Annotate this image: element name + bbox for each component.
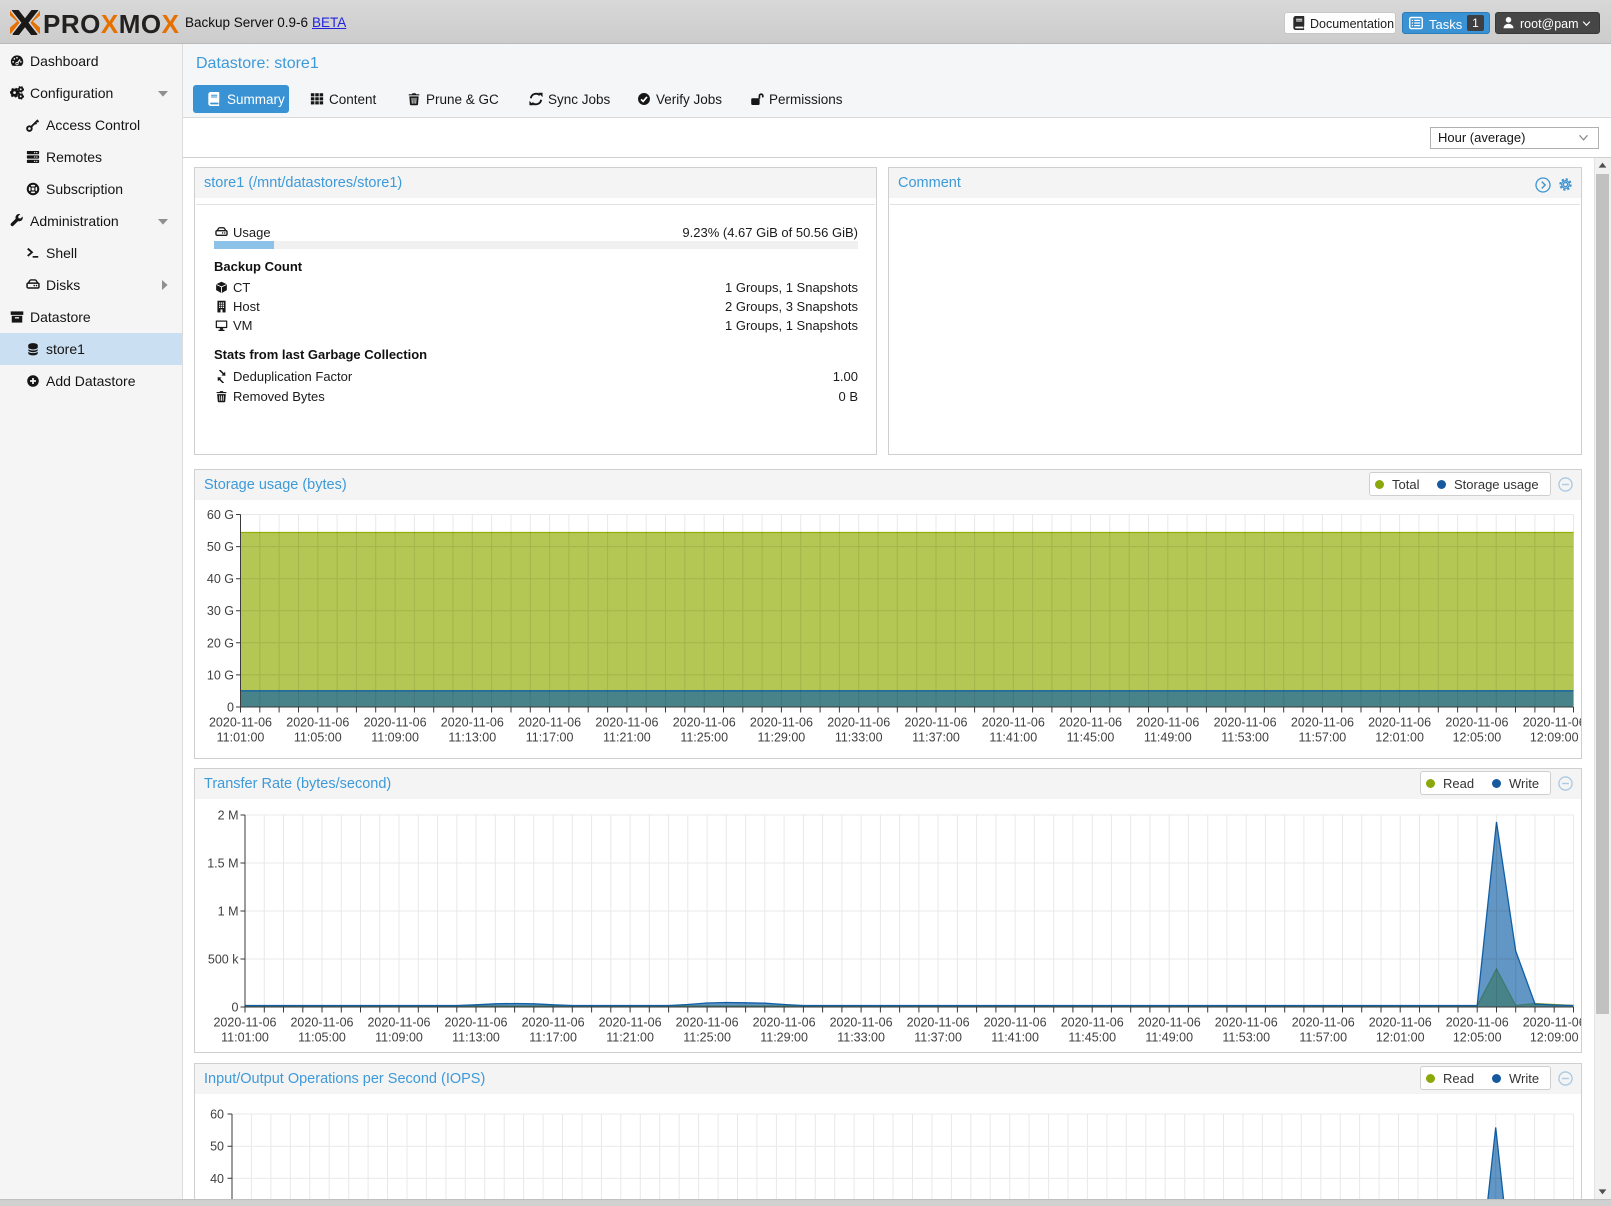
svg-text:11:09:00: 11:09:00 <box>371 731 419 745</box>
svg-text:11:41:00: 11:41:00 <box>991 1031 1039 1045</box>
svg-text:2020-11-06: 2020-11-06 <box>904 716 967 730</box>
svg-text:0: 0 <box>232 1001 239 1015</box>
svg-text:40: 40 <box>210 1172 224 1186</box>
svg-text:11:53:00: 11:53:00 <box>1221 731 1269 745</box>
svg-text:2020-11-06: 2020-11-06 <box>441 716 504 730</box>
svg-text:2020-11-06: 2020-11-06 <box>830 1016 893 1030</box>
svg-text:12:01:00: 12:01:00 <box>1375 731 1424 745</box>
svg-text:1.5 M: 1.5 M <box>207 857 238 871</box>
svg-text:40 G: 40 G <box>207 572 234 586</box>
svg-text:2020-11-06: 2020-11-06 <box>364 716 427 730</box>
svg-text:1 M: 1 M <box>218 905 239 919</box>
svg-text:11:25:00: 11:25:00 <box>683 1031 731 1045</box>
svg-text:2020-11-06: 2020-11-06 <box>209 716 272 730</box>
svg-text:11:33:00: 11:33:00 <box>835 731 883 745</box>
svg-text:2020-11-06: 2020-11-06 <box>444 1016 507 1030</box>
svg-text:2020-11-06: 2020-11-06 <box>984 1016 1047 1030</box>
svg-text:11:49:00: 11:49:00 <box>1145 1031 1193 1045</box>
svg-text:11:21:00: 11:21:00 <box>606 1031 654 1045</box>
svg-text:11:13:00: 11:13:00 <box>448 731 496 745</box>
svg-text:60 G: 60 G <box>207 508 234 522</box>
svg-text:2020-11-06: 2020-11-06 <box>982 716 1045 730</box>
svg-text:2020-11-06: 2020-11-06 <box>286 716 349 730</box>
svg-text:11:29:00: 11:29:00 <box>758 731 806 745</box>
svg-text:11:33:00: 11:33:00 <box>837 1031 885 1045</box>
svg-text:11:57:00: 11:57:00 <box>1299 731 1347 745</box>
svg-text:2020-11-06: 2020-11-06 <box>1138 1016 1201 1030</box>
svg-text:11:01:00: 11:01:00 <box>221 1031 269 1045</box>
svg-text:2020-11-06: 2020-11-06 <box>673 716 736 730</box>
svg-text:2020-11-06: 2020-11-06 <box>213 1016 276 1030</box>
svg-text:11:05:00: 11:05:00 <box>298 1031 346 1045</box>
svg-text:2020-11-06: 2020-11-06 <box>599 1016 662 1030</box>
svg-text:2020-11-06: 2020-11-06 <box>1523 1016 1586 1030</box>
svg-text:2020-11-06: 2020-11-06 <box>1368 716 1431 730</box>
svg-text:11:17:00: 11:17:00 <box>526 731 574 745</box>
svg-text:10 G: 10 G <box>207 668 234 682</box>
svg-text:11:05:00: 11:05:00 <box>294 731 342 745</box>
svg-text:2020-11-06: 2020-11-06 <box>1136 716 1199 730</box>
svg-text:11:41:00: 11:41:00 <box>989 731 1037 745</box>
svg-text:2020-11-06: 2020-11-06 <box>827 716 890 730</box>
svg-text:11:21:00: 11:21:00 <box>603 731 651 745</box>
svg-text:12:09:00: 12:09:00 <box>1530 731 1579 745</box>
svg-text:50: 50 <box>210 1140 224 1154</box>
svg-text:2020-11-06: 2020-11-06 <box>753 1016 816 1030</box>
svg-text:2020-11-06: 2020-11-06 <box>676 1016 739 1030</box>
svg-text:11:57:00: 11:57:00 <box>1299 1031 1347 1045</box>
svg-text:11:37:00: 11:37:00 <box>912 731 960 745</box>
svg-text:2020-11-06: 2020-11-06 <box>1369 1016 1432 1030</box>
svg-text:2020-11-06: 2020-11-06 <box>1291 716 1354 730</box>
svg-text:2020-11-06: 2020-11-06 <box>1214 716 1277 730</box>
svg-text:11:49:00: 11:49:00 <box>1144 731 1192 745</box>
svg-text:12:01:00: 12:01:00 <box>1376 1031 1425 1045</box>
svg-text:11:17:00: 11:17:00 <box>529 1031 577 1045</box>
svg-text:2020-11-06: 2020-11-06 <box>1523 716 1586 730</box>
svg-text:2020-11-06: 2020-11-06 <box>750 716 813 730</box>
svg-text:2020-11-06: 2020-11-06 <box>1215 1016 1278 1030</box>
svg-text:12:05:00: 12:05:00 <box>1453 1031 1502 1045</box>
svg-text:20 G: 20 G <box>207 636 234 650</box>
svg-text:12:09:00: 12:09:00 <box>1530 1031 1579 1045</box>
svg-text:2020-11-06: 2020-11-06 <box>907 1016 970 1030</box>
svg-text:12:05:00: 12:05:00 <box>1453 731 1502 745</box>
svg-text:2020-11-06: 2020-11-06 <box>595 716 658 730</box>
svg-text:500 k: 500 k <box>208 953 239 967</box>
svg-text:11:13:00: 11:13:00 <box>452 1031 500 1045</box>
svg-text:2020-11-06: 2020-11-06 <box>1445 716 1508 730</box>
svg-text:2020-11-06: 2020-11-06 <box>1292 1016 1355 1030</box>
svg-text:11:45:00: 11:45:00 <box>1068 1031 1116 1045</box>
svg-text:60: 60 <box>210 1108 224 1122</box>
svg-text:2020-11-06: 2020-11-06 <box>367 1016 430 1030</box>
svg-text:30 G: 30 G <box>207 604 234 618</box>
svg-text:2020-11-06: 2020-11-06 <box>1059 716 1122 730</box>
svg-text:11:01:00: 11:01:00 <box>217 731 265 745</box>
svg-text:11:09:00: 11:09:00 <box>375 1031 423 1045</box>
svg-text:2020-11-06: 2020-11-06 <box>1446 1016 1509 1030</box>
svg-text:11:45:00: 11:45:00 <box>1067 731 1115 745</box>
svg-text:50 G: 50 G <box>207 540 234 554</box>
svg-text:2 M: 2 M <box>218 809 239 823</box>
svg-text:2020-11-06: 2020-11-06 <box>518 716 581 730</box>
svg-text:11:25:00: 11:25:00 <box>680 731 728 745</box>
svg-text:11:53:00: 11:53:00 <box>1222 1031 1270 1045</box>
svg-text:2020-11-06: 2020-11-06 <box>290 1016 353 1030</box>
svg-text:2020-11-06: 2020-11-06 <box>1061 1016 1124 1030</box>
svg-text:11:29:00: 11:29:00 <box>760 1031 808 1045</box>
svg-text:11:37:00: 11:37:00 <box>914 1031 962 1045</box>
svg-text:0: 0 <box>227 701 234 715</box>
svg-text:2020-11-06: 2020-11-06 <box>522 1016 585 1030</box>
